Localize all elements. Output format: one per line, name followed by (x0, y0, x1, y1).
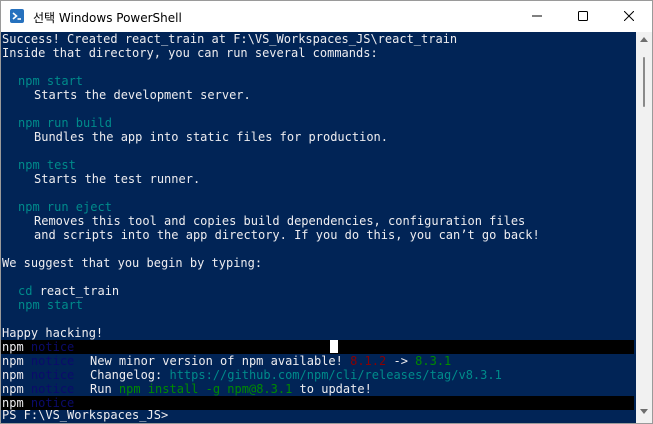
new-version: 8.3.1 (415, 354, 452, 368)
suggested-cd-line: cd react_train (18, 284, 119, 298)
description-npm-start: Starts the development server. (34, 88, 251, 102)
scroll-down-arrow-icon[interactable] (640, 409, 648, 415)
shell-prompt[interactable]: PS F:\VS_Workspaces_JS> (2, 408, 168, 422)
text-cursor (330, 340, 338, 353)
notice-prefix-3: npm notice (2, 368, 75, 382)
notice-prefix-4: npm notice (2, 382, 75, 396)
notice-changelog-line: Changelog: https://github.com/npm/cli/re… (90, 368, 502, 382)
command-npm-start: npm start (18, 74, 84, 88)
description-npm-test: Starts the test runner. (34, 172, 201, 186)
powershell-icon (10, 9, 24, 23)
description-npm-run-build: Bundles the app into static files for pr… (34, 130, 389, 144)
description-npm-run-eject-2: and scripts into the app directory. If y… (34, 228, 540, 242)
maximize-button[interactable] (560, 1, 606, 32)
scroll-up-arrow-icon[interactable] (640, 36, 648, 42)
suggested-npm-start: npm start (18, 298, 84, 312)
output-line-inside: Inside that directory, you can run sever… (2, 46, 378, 60)
update-command: npm install -g npm@8.3.1 (118, 382, 293, 396)
window-title: 선택 Windows PowerShell (33, 11, 182, 25)
command-npm-run-build: npm run build (18, 116, 112, 130)
command-npm-run-eject: npm run eject (18, 200, 112, 214)
title-bar[interactable]: 선택 Windows PowerShell (1, 1, 652, 32)
terminal-output[interactable]: Success! Created react_train at F:\VS_Wo… (1, 32, 636, 423)
scrollbar-thumb[interactable] (643, 57, 645, 107)
cd-command: cd (18, 284, 33, 298)
powershell-window: 선택 Windows PowerShell Success! Created r… (0, 0, 653, 424)
maximize-icon (578, 11, 588, 21)
close-icon (624, 11, 634, 21)
notice-strip-1 (1, 340, 634, 354)
output-line-happy: Happy hacking! (2, 326, 104, 340)
cd-argument: react_train (39, 284, 120, 298)
vertical-scrollbar[interactable] (636, 32, 652, 423)
changelog-url: https://github.com/npm/cli/releases/tag/… (169, 368, 502, 382)
notice-run-line: Run npm install -g npm@8.3.1 to update! (90, 382, 372, 396)
old-version: 8.1.2 (350, 354, 387, 368)
notice-prefix-1: npm notice (2, 340, 75, 354)
close-button[interactable] (606, 1, 652, 32)
minimize-icon (532, 15, 542, 17)
command-npm-test: npm test (18, 158, 76, 172)
minimize-button[interactable] (514, 1, 560, 32)
notice-prefix-2: npm notice (2, 354, 75, 368)
description-npm-run-eject-1: Removes this tool and copies build depen… (34, 214, 526, 228)
notice-minor-version-line: New minor version of npm available! 8.1.… (90, 354, 452, 368)
output-line-suggest: We suggest that you begin by typing: (2, 256, 263, 270)
output-line-success: Success! Created react_train at F:\VS_Wo… (2, 32, 458, 46)
